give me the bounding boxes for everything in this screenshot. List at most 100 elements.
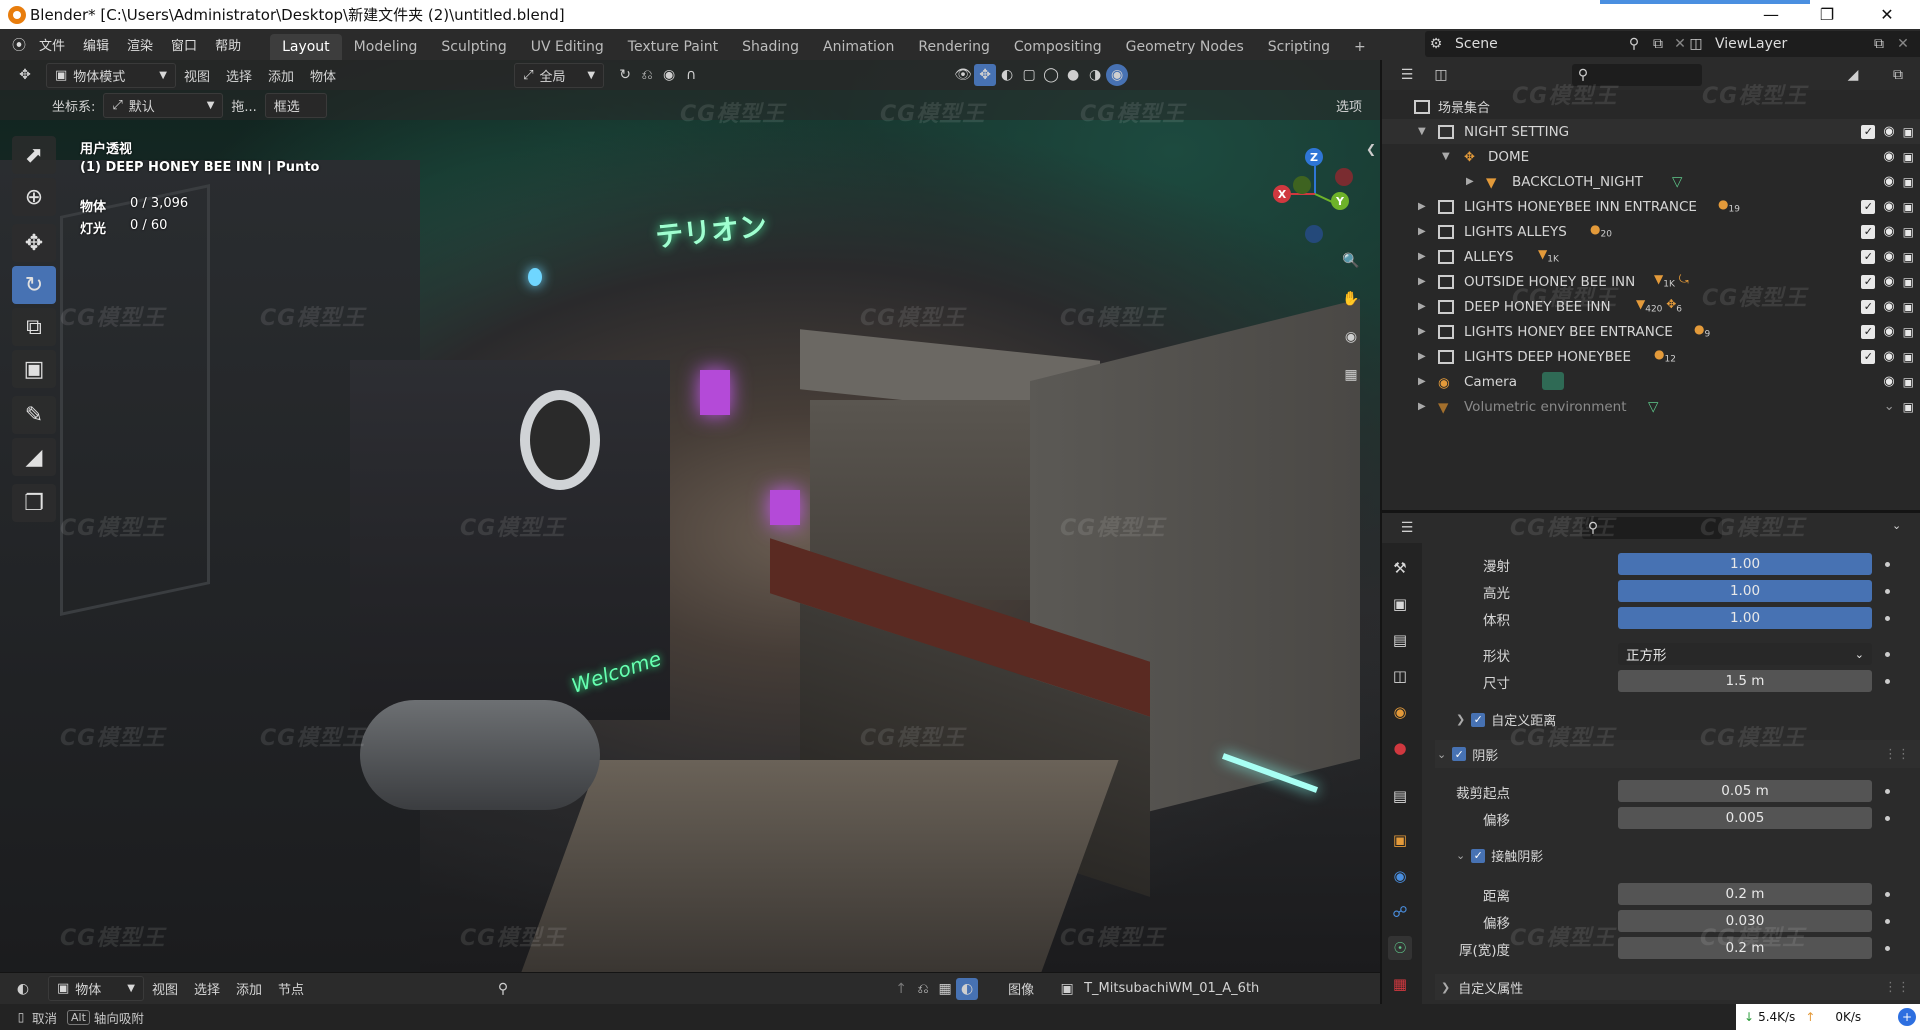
visibility-icon[interactable]: 👁 xyxy=(952,64,974,86)
checkbox-icon[interactable]: ✓ xyxy=(1861,224,1876,239)
new-viewlayer-icon[interactable]: ⧉ xyxy=(1868,33,1890,55)
overlay-toggle-icon[interactable]: ◐ xyxy=(996,64,1018,86)
expand-icon[interactable]: ▶ xyxy=(1418,301,1426,312)
outliner-editor-icon[interactable]: ☰ xyxy=(1396,64,1418,86)
vp-menu-add[interactable]: 添加 xyxy=(268,66,294,85)
camera-icon[interactable]: ▣ xyxy=(1903,375,1914,389)
outliner-row[interactable]: ▶ OUTSIDE HONEY BEE INN ▼1K ⤿ ✓ ◉ ▣ xyxy=(1382,269,1920,294)
physics-tab-icon[interactable]: ◉ xyxy=(1388,864,1412,888)
distance-field[interactable]: 0.2 m xyxy=(1618,883,1872,905)
outliner-row[interactable]: ▶ ◉ Camera ◉ ▣ xyxy=(1382,369,1920,394)
tab-rendering[interactable]: Rendering xyxy=(906,34,1002,60)
size-field[interactable]: 1.5 m xyxy=(1618,670,1872,692)
tab-shading[interactable]: Shading xyxy=(730,34,811,60)
menu-render[interactable]: 渲染 xyxy=(118,35,162,54)
tab-animation[interactable]: Animation xyxy=(811,34,906,60)
bottom-mode-dropdown[interactable]: ▣ 物体 ▼ xyxy=(48,976,144,1001)
camera-icon[interactable]: ▣ xyxy=(1903,200,1914,214)
keyframe-dot-icon[interactable] xyxy=(1885,589,1890,594)
close-icon[interactable]: ✕ xyxy=(1864,0,1910,29)
constraints-tab-icon[interactable]: ☍ xyxy=(1388,900,1412,924)
outliner-row[interactable]: ▶ LIGHTS DEEP HONEYBEE ●12 ✓ ◉ ▣ xyxy=(1382,344,1920,369)
eye-icon[interactable]: ◉ xyxy=(1883,349,1894,364)
expand-icon[interactable]: ▶ xyxy=(1418,326,1426,337)
mode-dropdown[interactable]: ▣ 物体模式 ▼ xyxy=(46,62,176,88)
display-mode-icon[interactable]: ◫ xyxy=(1430,64,1452,86)
keyframe-dot-icon[interactable] xyxy=(1885,652,1890,657)
pin-icon[interactable]: ⚲ xyxy=(1623,33,1645,55)
shadow-panel-header[interactable]: ⌄ ✓ 阴影 ⋮⋮ xyxy=(1435,740,1920,768)
keyframe-dot-icon[interactable] xyxy=(1885,789,1890,794)
move-tool-icon[interactable]: ✥ xyxy=(12,224,56,262)
blender-menu-icon[interactable]: ⦿ xyxy=(8,34,30,56)
expand-icon[interactable]: ▶ xyxy=(1418,401,1426,412)
add-workspace-icon[interactable]: + xyxy=(1342,34,1378,60)
tab-uv-editing[interactable]: UV Editing xyxy=(519,34,616,60)
bottom-menu-select[interactable]: 选择 xyxy=(194,979,220,998)
camera-icon[interactable]: ▣ xyxy=(1903,250,1914,264)
eye-hidden-icon[interactable]: ⌄ xyxy=(1884,399,1895,414)
custom-props-header[interactable]: ❯ 自定义属性 ⋮⋮ xyxy=(1435,974,1920,1000)
light-data-tab-icon[interactable]: ☉ xyxy=(1388,936,1412,960)
filter-icon[interactable]: ◢ xyxy=(1842,64,1864,86)
tab-modeling[interactable]: Modeling xyxy=(342,34,430,60)
custom-distance-checkbox[interactable]: ✓ xyxy=(1471,712,1486,727)
pivot-icon[interactable]: ↻ xyxy=(614,64,636,86)
outliner-row[interactable]: ▶ LIGHTS ALLEYS ●20 ✓ ◉ ▣ xyxy=(1382,219,1920,244)
vp-menu-view[interactable]: 视图 xyxy=(184,66,210,85)
menu-file[interactable]: 文件 xyxy=(30,35,74,54)
gizmo-z-axis[interactable]: Z xyxy=(1305,148,1323,166)
outliner-row[interactable]: ▼ ✥ DOME ◉ ▣ xyxy=(1382,144,1920,169)
image-browse-icon[interactable]: ▣ xyxy=(1056,978,1078,1000)
outliner-row[interactable]: ▶ ALLEYS ▼1K ✓ ◉ ▣ xyxy=(1382,244,1920,269)
snap-target-icon[interactable]: ▦ xyxy=(934,978,956,1000)
snap-icon[interactable]: ⎌ xyxy=(912,978,934,1000)
expand-icon[interactable]: ▶ xyxy=(1418,276,1426,287)
add-icon[interactable]: + xyxy=(1898,1008,1916,1026)
eye-icon[interactable]: ◉ xyxy=(1883,374,1894,389)
texture-tab-icon[interactable]: ▦ xyxy=(1388,972,1412,996)
eye-icon[interactable]: ◉ xyxy=(1883,299,1894,314)
gizmo-y-axis[interactable]: Y xyxy=(1331,192,1349,210)
scene-tab-icon[interactable]: ◉ xyxy=(1388,700,1412,724)
tool-tab-icon[interactable]: ⚒ xyxy=(1388,556,1412,580)
options-menu[interactable]: 选项 xyxy=(1336,96,1362,115)
overlay-toggle-icon[interactable]: ◐ xyxy=(956,977,979,1000)
expand-icon[interactable]: ▶ xyxy=(1418,376,1426,387)
xray-icon[interactable]: ▢ xyxy=(1018,64,1040,86)
bottom-menu-view[interactable]: 视图 xyxy=(152,979,178,998)
eye-icon[interactable]: ◉ xyxy=(1883,324,1894,339)
vp-menu-select[interactable]: 选择 xyxy=(226,66,252,85)
pan-hand-icon[interactable]: ✋ xyxy=(1340,288,1362,310)
bias-field[interactable]: 0.005 xyxy=(1618,807,1872,829)
tab-compositing[interactable]: Compositing xyxy=(1002,34,1114,60)
menu-help[interactable]: 帮助 xyxy=(206,35,250,54)
collapse-icon[interactable]: ⌄ xyxy=(1456,849,1465,862)
keyframe-dot-icon[interactable] xyxy=(1885,616,1890,621)
drag-handle-icon[interactable]: ⋮⋮ xyxy=(1884,747,1910,762)
render-tab-icon[interactable]: ▣ xyxy=(1388,592,1412,616)
expand-icon[interactable]: ▶ xyxy=(1418,251,1426,262)
cursor-tool-icon[interactable]: ⊕ xyxy=(12,178,56,216)
tab-texture-paint[interactable]: Texture Paint xyxy=(616,34,730,60)
ortho-grid-icon[interactable]: ▦ xyxy=(1340,364,1362,386)
expand-icon[interactable]: ▶ xyxy=(1466,176,1474,187)
viewlayer-selector[interactable]: ◫ ViewLayer ⧉ ✕ xyxy=(1685,31,1920,57)
checkbox-icon[interactable]: ✓ xyxy=(1861,324,1876,339)
eye-icon[interactable]: ◉ xyxy=(1883,199,1894,214)
shape-dropdown[interactable]: 正方形 ⌄ xyxy=(1618,643,1872,665)
output-tab-icon[interactable]: ▤ xyxy=(1388,628,1412,652)
proportional-edit-icon[interactable]: ◉ xyxy=(658,64,680,86)
diffuse-field[interactable]: 1.00 xyxy=(1618,553,1872,575)
keyframe-dot-icon[interactable] xyxy=(1885,892,1890,897)
bottom-menu-node[interactable]: 节点 xyxy=(278,979,304,998)
rendered-shading-icon[interactable]: ◉ xyxy=(1106,64,1129,86)
wireframe-shading-icon[interactable]: ◯ xyxy=(1040,64,1062,86)
outliner-row[interactable]: ▶ DEEP HONEY BEE INN ▼420 ✥6 ✓ ◉ ▣ xyxy=(1382,294,1920,319)
tab-scripting[interactable]: Scripting xyxy=(1256,34,1342,60)
eye-icon[interactable]: ◉ xyxy=(1883,249,1894,264)
annotate-tool-icon[interactable]: ✎ xyxy=(12,396,56,434)
parent-node-icon[interactable]: ↑ xyxy=(890,978,912,1000)
camera-icon[interactable]: ▣ xyxy=(1903,400,1914,414)
checkbox-icon[interactable]: ✓ xyxy=(1861,199,1876,214)
